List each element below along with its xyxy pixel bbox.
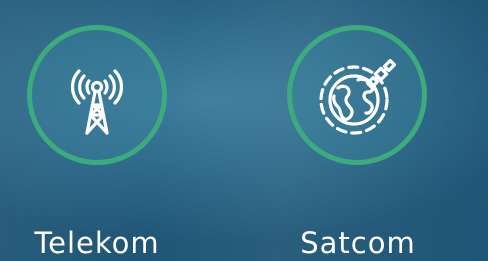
antenna-tower-icon [71,69,123,135]
globe-satellite-icon [319,58,397,135]
service-satcom[interactable]: Satcom [275,0,475,261]
satcom-button[interactable] [287,25,427,165]
telekom-label: Telekom [34,226,160,260]
satcom-label: Satcom [300,226,416,260]
service-telekom[interactable]: Telekom [2,0,202,261]
telekom-button[interactable] [27,25,167,165]
